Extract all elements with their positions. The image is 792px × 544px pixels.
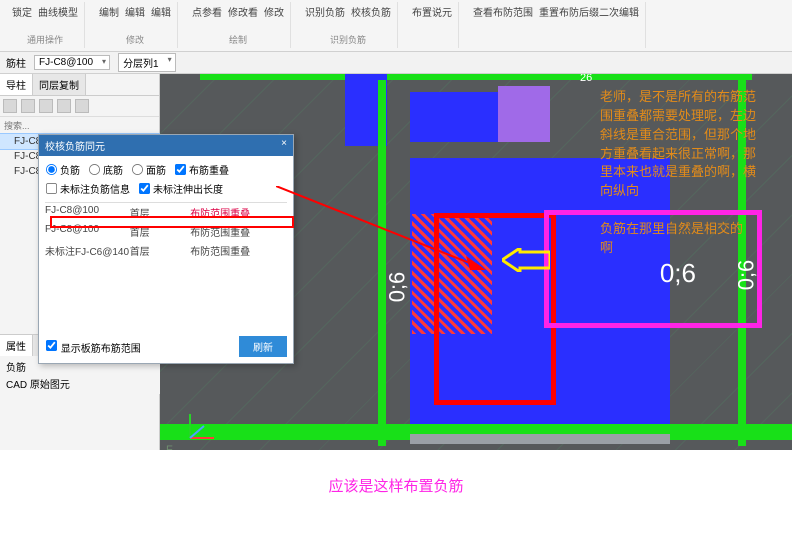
left-tabs: 导柱 同层复制 [0,74,159,96]
ribbon: 锁定 曲线模型 通用操作 编制 编辑 编辑 修改 点参看 修改看 修改 绘制 识… [0,0,792,52]
filter-bottom[interactable]: 底筋 [88,162,123,177]
dimension-26: 26 [580,74,592,84]
result-table: FJ-C8@100 首层 布防范围重叠 FJ-C8@100 首层 布防范围重叠 … [45,202,287,260]
panel-btn-3[interactable] [39,99,53,113]
ribbon-group-draw: 点参看 修改看 修改 绘制 [186,2,291,48]
axis-gizmo-icon [184,410,218,444]
ribbon-group-common: 锁定 曲线模型 通用操作 [6,2,85,48]
cell-issue: 布防范围重叠 [190,224,287,239]
rb-curve[interactable]: 曲线模型 [38,4,78,19]
rb-edit-1[interactable]: 编制 [99,4,119,19]
ribbon-group-place: 布置说元 [406,2,459,48]
wall-band [410,434,670,444]
rb-view-range[interactable]: 查看布防范围 [473,4,533,19]
cell-name: FJ-C8@100 [45,224,130,239]
rb-lock[interactable]: 锁定 [12,4,32,19]
rb-edit-3[interactable]: 编辑 [151,4,171,19]
panel-btn-5[interactable] [75,99,89,113]
rb-edit-2[interactable]: 编辑 [125,4,145,19]
overlap-hatch [412,214,492,334]
ribbon-group-edit: 编制 编辑 编辑 修改 [93,2,178,48]
layer-dropdown[interactable]: 分层列1 [118,53,176,72]
rb-draw-3[interactable]: 修改 [264,4,284,19]
rb-place[interactable]: 布置说元 [412,4,452,19]
cell-issue: 布防范围重叠 [190,243,287,258]
search-label: 搜索... [0,117,159,134]
filter-overlap[interactable]: 布筋重叠 [174,162,229,177]
ribbon-group-label: 通用操作 [27,33,63,46]
tab-copy[interactable]: 同层复制 [33,74,86,95]
panel-btn-2[interactable] [21,99,35,113]
rb-draw-2[interactable]: 修改看 [228,4,258,19]
refresh-button[interactable]: 刷新 [239,336,287,357]
panel-toolbar [0,96,159,117]
footer-annotation: 应该是这样布置负筋 [0,475,792,496]
slab-purple [498,86,550,142]
beam-vert [378,80,386,446]
ribbon-group-range: 查看布防范围 重置布防后缀二次编辑 [467,2,646,48]
close-icon[interactable]: × [281,138,287,153]
rb-check[interactable]: 校核负筋 [351,4,391,19]
checkbox[interactable] [139,183,150,194]
check-window[interactable]: 校核负筋同元 × 负筋 底筋 面筋 布筋重叠 未标注负筋信息 未标注伸出长度 F… [38,134,294,364]
ribbon-group-label: 绘制 [229,33,247,46]
rb-draw-1[interactable]: 点参看 [192,4,222,19]
check-footer: 显示板筋布筋范围 刷新 [39,330,293,363]
beam-top [200,74,752,80]
cell-issue: 布防范围重叠 [190,205,287,220]
ribbon-group-label: 识别负筋 [330,33,366,46]
panel-btn-1[interactable] [3,99,17,113]
cell-floor: 首层 [130,243,191,258]
lower-row[interactable]: CAD 原始图元 [2,375,158,392]
checkbox[interactable] [175,164,186,175]
lower-tab-props[interactable]: 属性 [0,335,33,356]
rb-identify[interactable]: 识别负筋 [305,4,345,19]
show-range-check[interactable]: 显示板筋布筋范围 [45,339,141,355]
radio[interactable] [89,164,100,175]
checkbox[interactable] [46,339,57,350]
member-dropdown[interactable]: FJ-C8@100 [34,55,110,70]
table-row[interactable]: FJ-C8@100 首层 布防范围重叠 [45,203,287,222]
ribbon-group-label: 修改 [126,33,144,46]
rb-reset-suffix[interactable]: 重置布防后缀二次编辑 [539,4,639,19]
ribbon-group-identify: 识别负筋 校核负筋 识别负筋 [299,2,398,48]
radio[interactable] [132,164,143,175]
field-label: 筋柱 [6,55,26,70]
filter-noinfo[interactable]: 未标注负筋信息 [45,181,130,196]
cell-floor: 首层 [130,205,191,220]
filter-row: 负筋 底筋 面筋 布筋重叠 未标注负筋信息 未标注伸出长度 [39,156,293,202]
axis-letter: F [166,444,173,450]
panel-btn-4[interactable] [57,99,71,113]
tab-list[interactable]: 导柱 [0,74,33,95]
rebar-label: 0;6 [660,258,696,289]
cell-name: FJ-C8@100 [45,205,130,220]
filter-face[interactable]: 面筋 [131,162,166,177]
annotation-note-1: 老师，是不是所有的布筋范围重叠都需要处理呢，左边斜线是重合范围，但那个地方重叠看… [600,88,764,201]
filter-neg[interactable]: 负筋 [45,162,80,177]
table-row[interactable]: FJ-C8@100 首层 布防范围重叠 [45,222,287,241]
annotation-note-2: 负筋在那里自然是相交的啊 [600,220,750,258]
checkbox[interactable] [46,183,57,194]
rebar-label: 0;6 [734,260,760,291]
title-text: 校核负筋同元 [45,138,105,153]
check-window-title[interactable]: 校核负筋同元 × [39,135,293,156]
rebar-label: 0;6 [384,272,410,303]
cell-floor: 首层 [130,224,191,239]
filter-nolen[interactable]: 未标注伸出长度 [138,181,223,196]
radio[interactable] [46,164,57,175]
secondary-toolbar: 筋柱 FJ-C8@100 分层列1 [0,52,792,74]
table-row[interactable]: 未标注FJ-C6@140 首层 布防范围重叠 [45,241,287,260]
cell-name: 未标注FJ-C6@140 [45,243,130,258]
